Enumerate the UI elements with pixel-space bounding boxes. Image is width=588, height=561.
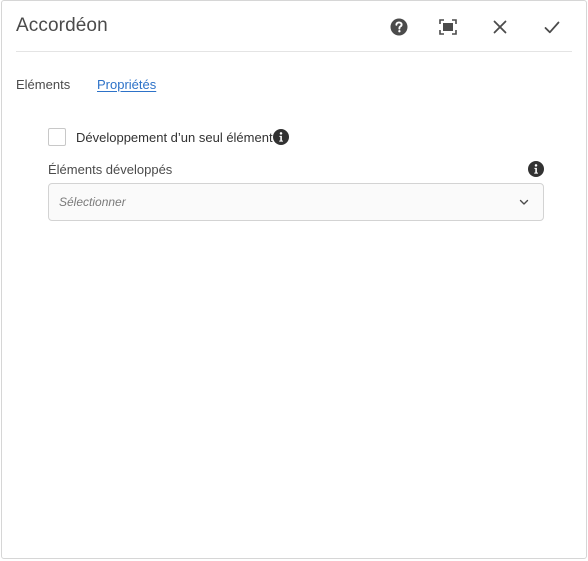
expanded-items-select[interactable]: Sélectionner — [48, 183, 544, 221]
fullscreen-icon — [439, 19, 457, 35]
fullscreen-button[interactable] — [436, 15, 460, 39]
dialog-title: Accordéon — [16, 15, 108, 36]
single-expansion-label[interactable]: Développement d’un seul élément — [76, 130, 273, 145]
close-button[interactable] — [488, 15, 512, 39]
single-expansion-row: Développement d’un seul élément — [48, 127, 273, 147]
dialog-header: Accordéon — [16, 1, 572, 52]
tab-properties[interactable]: Propriétés — [97, 77, 156, 92]
tab-elements[interactable]: Eléments — [16, 77, 70, 92]
chevron-down-icon — [519, 199, 529, 205]
done-button[interactable] — [540, 15, 564, 39]
info-icon[interactable] — [273, 129, 289, 145]
help-button[interactable] — [387, 15, 411, 39]
expanded-items-label: Éléments développés — [48, 162, 173, 177]
close-icon — [493, 20, 507, 34]
single-expansion-checkbox[interactable] — [48, 128, 66, 146]
checkmark-icon — [544, 21, 560, 33]
info-icon[interactable] — [528, 161, 544, 177]
select-placeholder: Sélectionner — [59, 195, 126, 209]
help-circle-icon — [390, 18, 408, 36]
accordion-dialog: Accordéon Eléments Propriétés Développem… — [1, 0, 587, 559]
